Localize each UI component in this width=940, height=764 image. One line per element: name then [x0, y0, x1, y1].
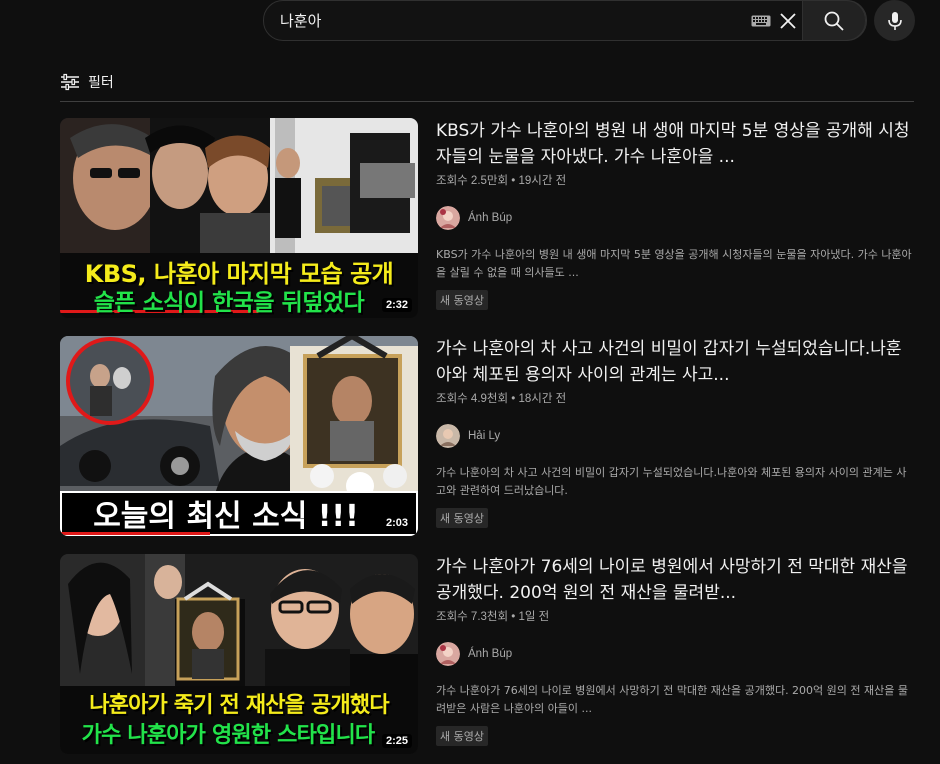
- video-meta: 조회수 7.3천회 • 1일 전: [436, 608, 916, 624]
- avatar: [436, 642, 460, 666]
- thumbnail-caption-line1: 오늘의 최신 소식 !!!: [93, 499, 359, 534]
- view-count: 조회수 2.5만회: [436, 175, 509, 187]
- video-result[interactable]: KBS, 나훈아 마지막 모습 공개 슬픈 소식이 한국을 뒤덮었다 2:32 …: [60, 118, 920, 320]
- video-info: 가수 나훈아가 76세의 나이로 병원에서 사망하기 전 막대한 재산을 공개했…: [436, 554, 916, 746]
- video-duration: 2:03: [381, 516, 412, 530]
- video-meta: 조회수 2.5만회 • 19시간 전: [436, 172, 916, 188]
- upload-age: 18시간 전: [518, 393, 567, 405]
- view-count: 조회수 4.9천회: [436, 393, 509, 405]
- search-button[interactable]: [802, 0, 866, 41]
- new-video-badge: 새 동영상: [436, 726, 488, 746]
- filter-icon: [61, 73, 79, 91]
- search-bar: 나훈아: [263, 0, 867, 41]
- video-result[interactable]: 나훈아가 죽기 전 재산을 공개했다 가수 나훈아가 영원한 스타입니다 2:2…: [60, 554, 920, 756]
- upload-age: 1일 전: [518, 611, 550, 623]
- search-icon: [824, 11, 844, 31]
- upload-age: 19시간 전: [518, 175, 567, 187]
- channel-name: Ánh Búp: [468, 648, 513, 660]
- search-query-text: 나훈아: [280, 12, 322, 30]
- video-meta: 조회수 4.9천회 • 18시간 전: [436, 390, 916, 406]
- divider: [60, 101, 914, 102]
- avatar: [436, 424, 460, 448]
- video-description: 가수 나훈아가 76세의 나이로 병원에서 사망하기 전 막대한 재산을 공개했…: [436, 684, 908, 715]
- meta-separator: •: [508, 175, 519, 187]
- filter-button[interactable]: 필터: [60, 70, 114, 94]
- view-count: 조회수 7.3천회: [436, 611, 509, 623]
- video-duration: 2:32: [381, 298, 412, 312]
- thumbnail-caption-line2: 슬픈 소식이 한국을 뒤덮었다: [93, 290, 365, 316]
- clear-icon[interactable]: [778, 11, 798, 31]
- thumbnail-caption-line1: 나훈아가 죽기 전 재산을 공개했다: [89, 693, 389, 718]
- video-thumbnail[interactable]: 오늘의 최신 소식 !!! 2:03: [60, 336, 418, 536]
- avatar: [436, 206, 460, 230]
- voice-search-button[interactable]: [874, 0, 915, 41]
- video-info: KBS가 가수 나훈아의 병원 내 생애 마지막 5분 영상을 공개해 시청자들…: [436, 118, 916, 310]
- channel-link[interactable]: Ánh Búp: [436, 642, 916, 666]
- meta-separator: •: [508, 393, 519, 405]
- channel-link[interactable]: Hải Ly: [436, 424, 916, 448]
- mic-icon: [887, 11, 902, 30]
- keyboard-icon[interactable]: [751, 15, 771, 27]
- search-input[interactable]: 나훈아: [264, 1, 866, 40]
- channel-name: Hải Ly: [468, 430, 501, 442]
- thumbnail-caption-line1: KBS, 나훈아 마지막 모습 공개: [84, 259, 394, 288]
- video-description: 가수 나훈아의 차 사고 사건의 비밀이 갑자기 누설되었습니다.나훈아와 체포…: [436, 466, 907, 497]
- video-title[interactable]: KBS가 가수 나훈아의 병원 내 생애 마지막 5분 영상을 공개해 시청자들…: [436, 118, 916, 170]
- video-result[interactable]: 오늘의 최신 소식 !!! 2:03 가수 나훈아의 차 사고 사건의 비밀이 …: [60, 336, 920, 538]
- video-title[interactable]: 가수 나훈아의 차 사고 사건의 비밀이 갑자기 누설되었습니다.나훈아와 체포…: [436, 336, 916, 388]
- thumbnail-caption-line2: 가수 나훈아가 영원한 스타입니다: [81, 723, 376, 748]
- channel-link[interactable]: Ánh Búp: [436, 206, 916, 230]
- meta-separator: •: [508, 611, 519, 623]
- video-title[interactable]: 가수 나훈아가 76세의 나이로 병원에서 사망하기 전 막대한 재산을 공개했…: [436, 554, 916, 606]
- new-video-badge: 새 동영상: [436, 508, 488, 528]
- video-duration: 2:25: [381, 734, 412, 748]
- video-info: 가수 나훈아의 차 사고 사건의 비밀이 갑자기 누설되었습니다.나훈아와 체포…: [436, 336, 916, 528]
- filter-label: 필터: [88, 75, 114, 91]
- new-video-badge: 새 동영상: [436, 290, 488, 310]
- video-thumbnail[interactable]: KBS, 나훈아 마지막 모습 공개 슬픈 소식이 한국을 뒤덮었다 2:32: [60, 118, 418, 318]
- video-thumbnail[interactable]: 나훈아가 죽기 전 재산을 공개했다 가수 나훈아가 영원한 스타입니다 2:2…: [60, 554, 418, 754]
- video-description: KBS가 가수 나훈아의 병원 내 생애 마지막 5분 영상을 공개해 시청자들…: [436, 248, 912, 279]
- channel-name: Ánh Búp: [468, 212, 513, 224]
